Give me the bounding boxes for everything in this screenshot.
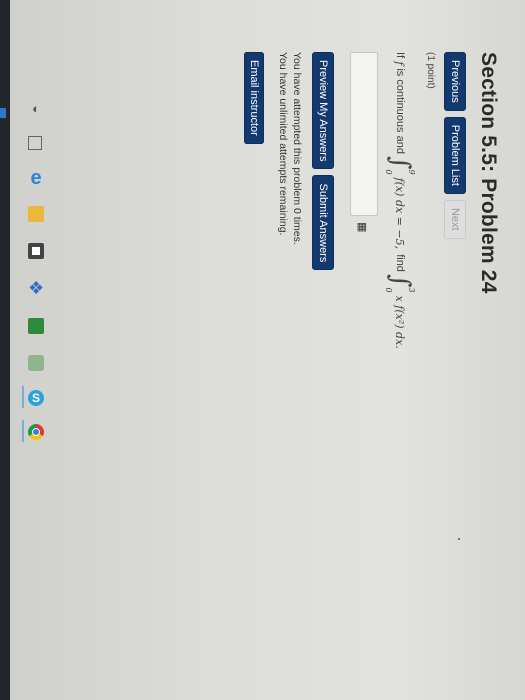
chrome-icon[interactable] <box>28 424 44 440</box>
page-title: Section 5.5: Problem 24 <box>477 52 500 294</box>
problem-lead2: is continuous and <box>394 68 406 154</box>
back-icon[interactable]: ◐ <box>28 100 44 116</box>
integral-2-upper: 3 <box>407 287 416 293</box>
answer-actions: Preview My Answers Submit Answers <box>312 52 334 271</box>
f-symbol: f <box>393 61 407 66</box>
previous-button[interactable]: Previous <box>444 52 466 111</box>
answer-input[interactable] <box>350 52 378 216</box>
integral-2-lower: 0 <box>384 287 393 293</box>
file-explorer-icon[interactable] <box>28 206 44 222</box>
edge-icon[interactable]: e <box>28 167 44 189</box>
integral-1: ∫ 9 0 f(x) dx = −5, <box>384 156 416 249</box>
problem-lead: If <box>394 52 406 59</box>
integral-sign: ∫ <box>385 273 415 288</box>
problem-nav: Previous Problem List Next <box>444 52 466 239</box>
taskbar-accent <box>0 108 6 118</box>
email-instructor-wrap: Email instructor <box>244 52 264 144</box>
email-instructor-button[interactable]: Email instructor <box>244 52 264 144</box>
integral-1-limits: 9 0 <box>384 170 416 175</box>
find-word: find <box>394 254 406 272</box>
game-icon[interactable] <box>28 355 44 371</box>
active-app-indicator <box>22 386 24 408</box>
attempts-message: You have attempted this problem 0 times.… <box>276 52 304 245</box>
submit-answers-button[interactable]: Submit Answers <box>312 175 334 271</box>
attempts-text: You have attempted this problem 0 times. <box>291 52 303 245</box>
decorative-dot <box>458 538 460 540</box>
integral-2-integrand: x f(x²) dx. <box>393 295 407 349</box>
integral-sign: ∫ <box>385 155 415 170</box>
integral-2: ∫ 3 0 x f(x²) dx. <box>384 274 416 349</box>
task-view-icon[interactable] <box>28 136 42 150</box>
problem-list-button[interactable]: Problem List <box>444 116 466 194</box>
points-label: (1 point) <box>425 52 436 89</box>
store-icon[interactable] <box>28 243 44 259</box>
preview-answers-button[interactable]: Preview My Answers <box>312 52 334 170</box>
integral-1-upper: 9 <box>407 169 416 175</box>
dropbox-icon[interactable]: ❖ <box>28 278 44 298</box>
next-button[interactable]: Next <box>444 199 466 239</box>
problem-statement: If f is continuous and ∫ 9 0 f(x) dx = −… <box>380 52 420 351</box>
skype-icon[interactable]: S <box>28 390 44 406</box>
remaining-text: You have unlimited attempts remaining. <box>277 52 289 236</box>
active-app-indicator <box>22 420 24 442</box>
webwork-page: Section 5.5: Problem 24 Previous Problem… <box>170 52 500 572</box>
sheets-icon[interactable] <box>28 318 44 334</box>
equation-editor-icon[interactable]: ▦ <box>356 222 369 232</box>
integral-1-lower: 0 <box>384 169 393 175</box>
taskbar-edge <box>0 0 10 700</box>
integral-2-limits: 3 0 <box>384 287 416 292</box>
integral-1-integrand: f(x) dx = −5, <box>393 177 407 250</box>
